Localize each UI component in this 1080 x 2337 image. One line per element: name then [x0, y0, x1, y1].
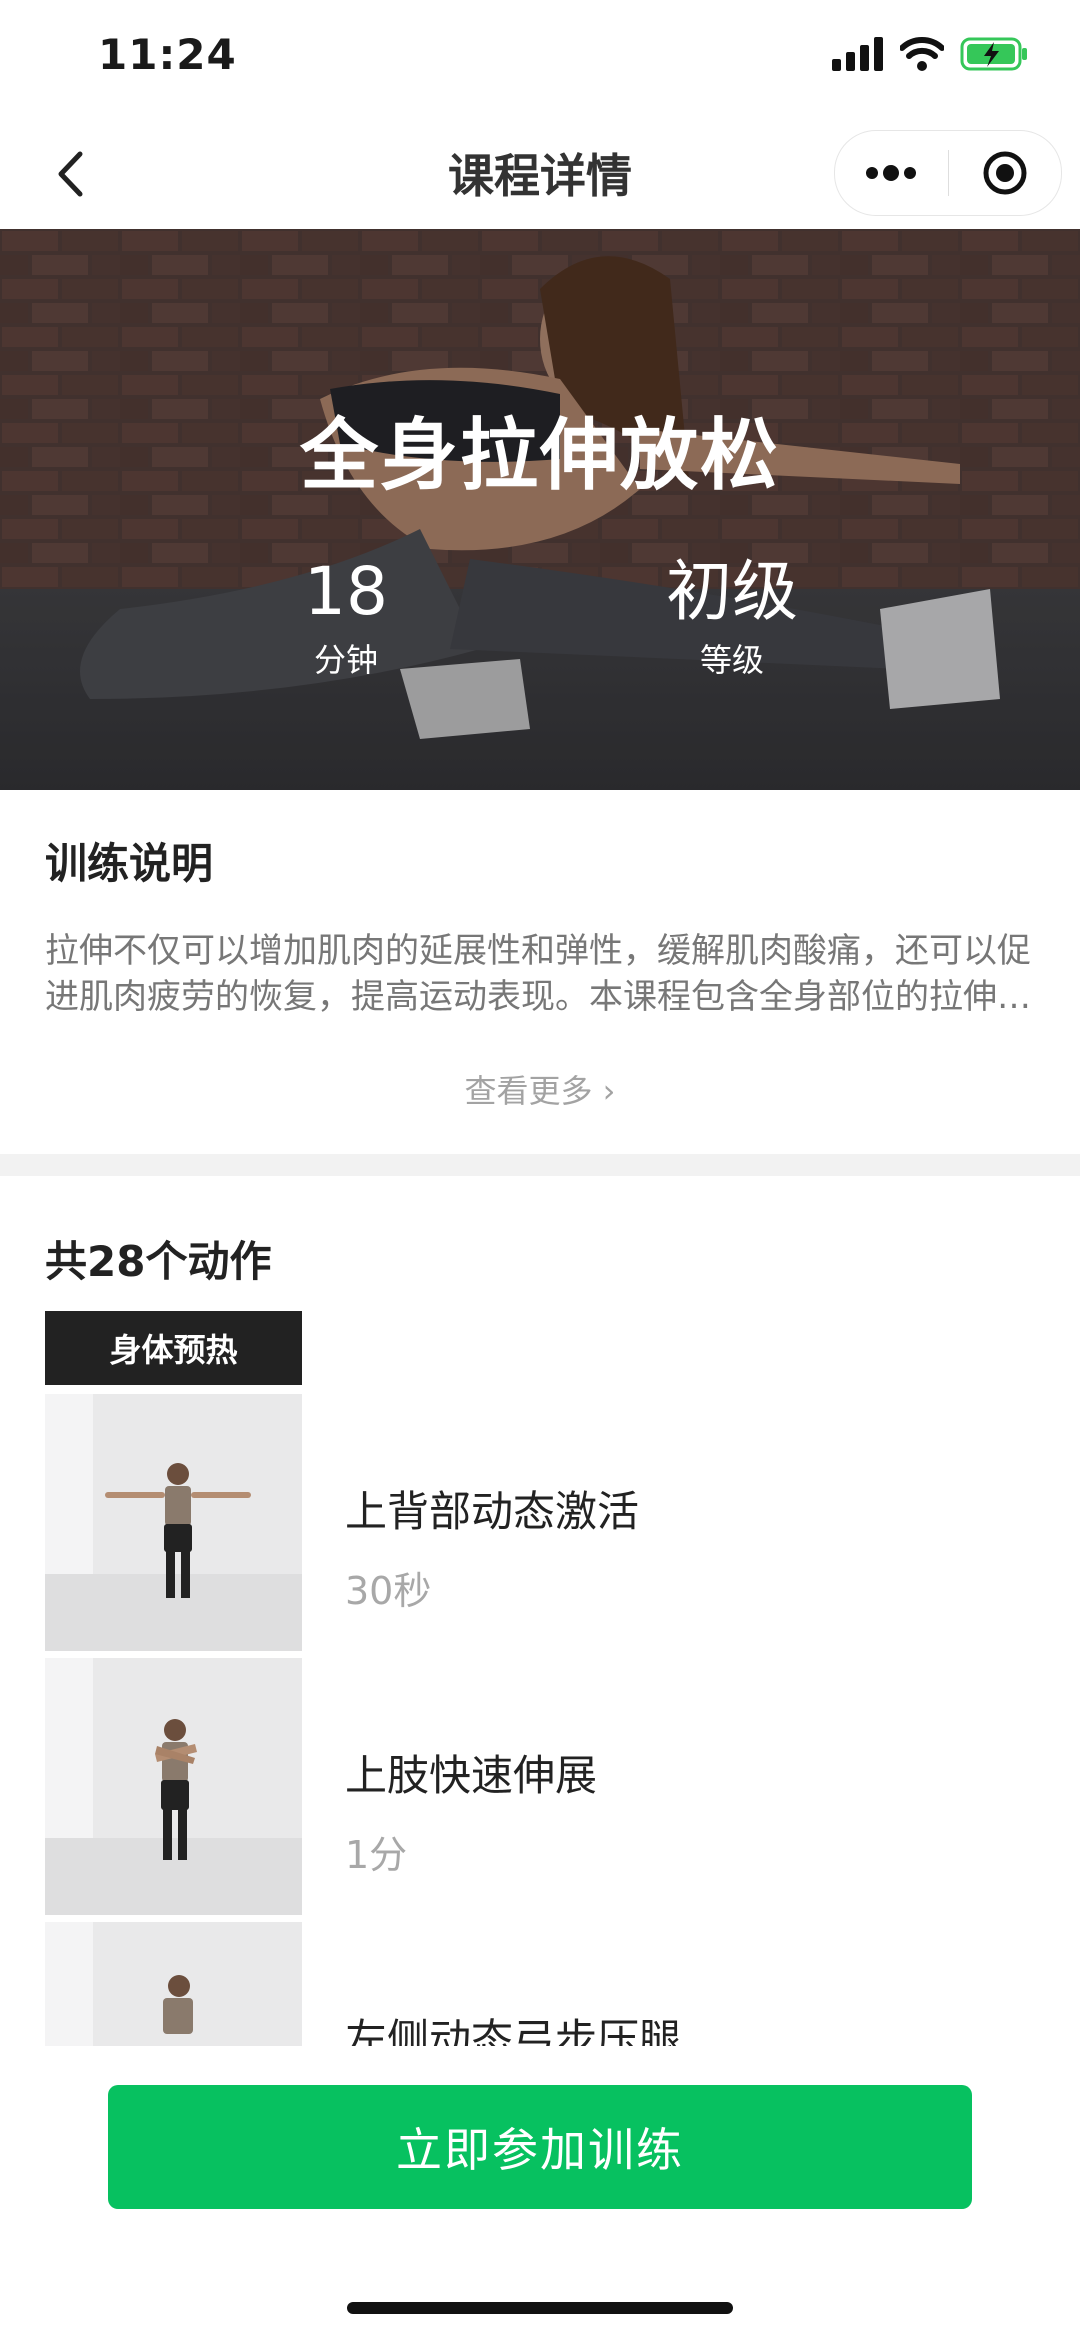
hero-banner: 全身拉伸放松 18 分钟 初级 等级 [0, 229, 1080, 790]
nav-bar: 课程详情 [0, 120, 1080, 228]
exercise-name: 左侧动态弓步压腿 [345, 2015, 682, 2046]
description-title: 训练说明 [45, 839, 214, 888]
section-divider [0, 1154, 1080, 1176]
level-stat: 初级 等级 [602, 559, 862, 681]
hero-image [0, 229, 1080, 790]
more-button[interactable] [835, 131, 948, 215]
mini-program-capsule [834, 130, 1062, 216]
bottom-bar: 立即参加训练 [0, 2046, 1080, 2337]
home-indicator [347, 2302, 733, 2314]
see-more-link[interactable]: 查看更多 › [0, 1066, 1080, 1112]
target-icon [983, 151, 1027, 195]
exercise-thumbnail [45, 1658, 302, 1915]
exercise-list: 上背部动态激活 30秒 上肢快速伸展 1分 左侧动态弓步压腿 [45, 1394, 1035, 2046]
more-dots-icon [866, 165, 917, 181]
course-title: 全身拉伸放松 [299, 411, 780, 501]
level-label: 等级 [699, 641, 764, 679]
exercise-item[interactable]: 上背部动态激活 30秒 [45, 1394, 1035, 1651]
duration-label: 分钟 [313, 641, 378, 679]
exercise-section: 共28个动作 身体预热 上背部动态激活 30秒 上肢快速伸展 1分 左侧动态弓步… [0, 1176, 1080, 2046]
close-capsule-button[interactable] [949, 131, 1062, 215]
exercise-count: 共28个动作 [45, 1237, 272, 1286]
training-description: 训练说明 拉伸不仅可以增加肌肉的延展性和弹性，缓解肌肉酸痛，还可以促进肌肉疲劳的… [0, 790, 1080, 1154]
wifi-icon [900, 37, 944, 71]
duration-stat: 18 分钟 [216, 559, 476, 681]
description-text: 拉伸不仅可以增加肌肉的延展性和弹性，缓解肌肉酸痛，还可以促进肌肉疲劳的恢复，提高… [45, 931, 1031, 1017]
exercise-item[interactable]: 左侧动态弓步压腿 [45, 1922, 1035, 2046]
exercise-name: 上背部动态激活 [345, 1487, 640, 1536]
duration-value: 18 [304, 553, 388, 630]
exercise-name: 上肢快速伸展 [345, 1751, 598, 1800]
exercise-duration: 30秒 [345, 1569, 432, 1613]
battery-icon [960, 37, 1027, 71]
status-bar: 11:24 [0, 0, 1080, 120]
status-icons [832, 36, 1030, 72]
status-time: 11:24 [98, 30, 237, 79]
exercise-thumbnail [45, 1394, 302, 1651]
group-tag: 身体预热 [45, 1311, 302, 1385]
join-training-button[interactable]: 立即参加训练 [108, 2085, 972, 2209]
level-value: 初级 [666, 553, 798, 630]
exercise-thumbnail [45, 1922, 302, 2046]
exercise-item[interactable]: 上肢快速伸展 1分 [45, 1658, 1035, 1915]
signal-icon [832, 37, 883, 71]
exercise-duration: 1分 [345, 1833, 408, 1877]
